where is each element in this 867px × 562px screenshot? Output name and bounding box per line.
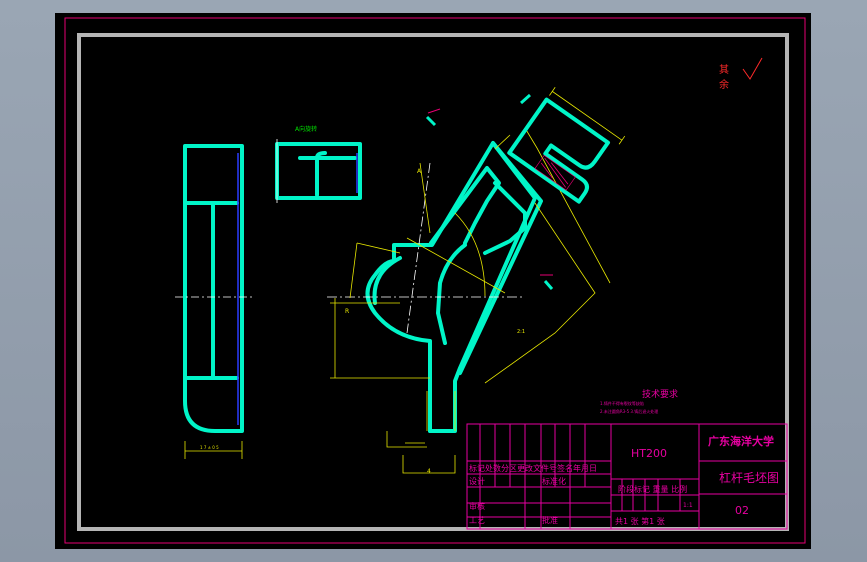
section-view-label: A向旋转 <box>295 125 317 133</box>
title-block-row-process: 工艺 <box>469 516 485 525</box>
dim-label-radius: R <box>345 308 349 315</box>
title-block-scale: 1:1 <box>683 502 693 509</box>
title-block-stage-header: 阶段标记 重量 比例 <box>618 484 687 494</box>
roughness-label-bottom: 余 <box>719 78 729 91</box>
title-block-row-approve: 批准 <box>542 515 558 525</box>
section-view-a: A向旋转 <box>275 125 362 203</box>
dim-label-width: 1 7 ± 0 5 <box>200 445 219 450</box>
side-view: 1 7 ± 0 5 <box>175 144 255 459</box>
dim-label-four: 4 <box>427 468 431 475</box>
title-block-row-review: 审核 <box>469 501 485 511</box>
tech-requirements-line-1: 1.铸件不得有裂纹等缺陷 <box>600 400 644 406</box>
title-block-change-header: 标记处数分区更改文件号签名年月日 <box>469 463 597 473</box>
title-block-row-design: 设计 <box>469 476 485 486</box>
tech-requirements-title: 技术要求 <box>642 388 678 400</box>
title-block-row-standard: 标准化 <box>542 476 566 486</box>
title-block-sheet-info: 共1 张 第1 张 <box>615 516 665 526</box>
roughness-label-top: 其 <box>719 64 729 76</box>
roughness-symbol-icon <box>742 57 763 80</box>
dim-label-scale: 2:1 <box>517 329 525 335</box>
outer-border <box>64 17 806 544</box>
title-block-drawing-name: 杠杆毛坯图 <box>719 470 779 485</box>
title-block-drawing-number: 02 <box>735 504 749 517</box>
tech-requirements-line-2: 2.未注圆角R3-5 3.铸后退火处理 <box>600 408 658 414</box>
title-block-university: 广东海洋大学 <box>708 434 774 448</box>
main-view: A R 2:1 4 <box>327 108 611 475</box>
cad-drawing-canvas: 其 余 1 7 ± 0 5 A向旋转 A R 2:1 4 技术要求 1.铸件不得… <box>64 17 806 544</box>
title-block-material: HT200 <box>631 447 667 460</box>
drawing-sheet: 其 余 1 7 ± 0 5 A向旋转 A R 2:1 4 技术要求 1.铸件不得… <box>55 13 811 549</box>
